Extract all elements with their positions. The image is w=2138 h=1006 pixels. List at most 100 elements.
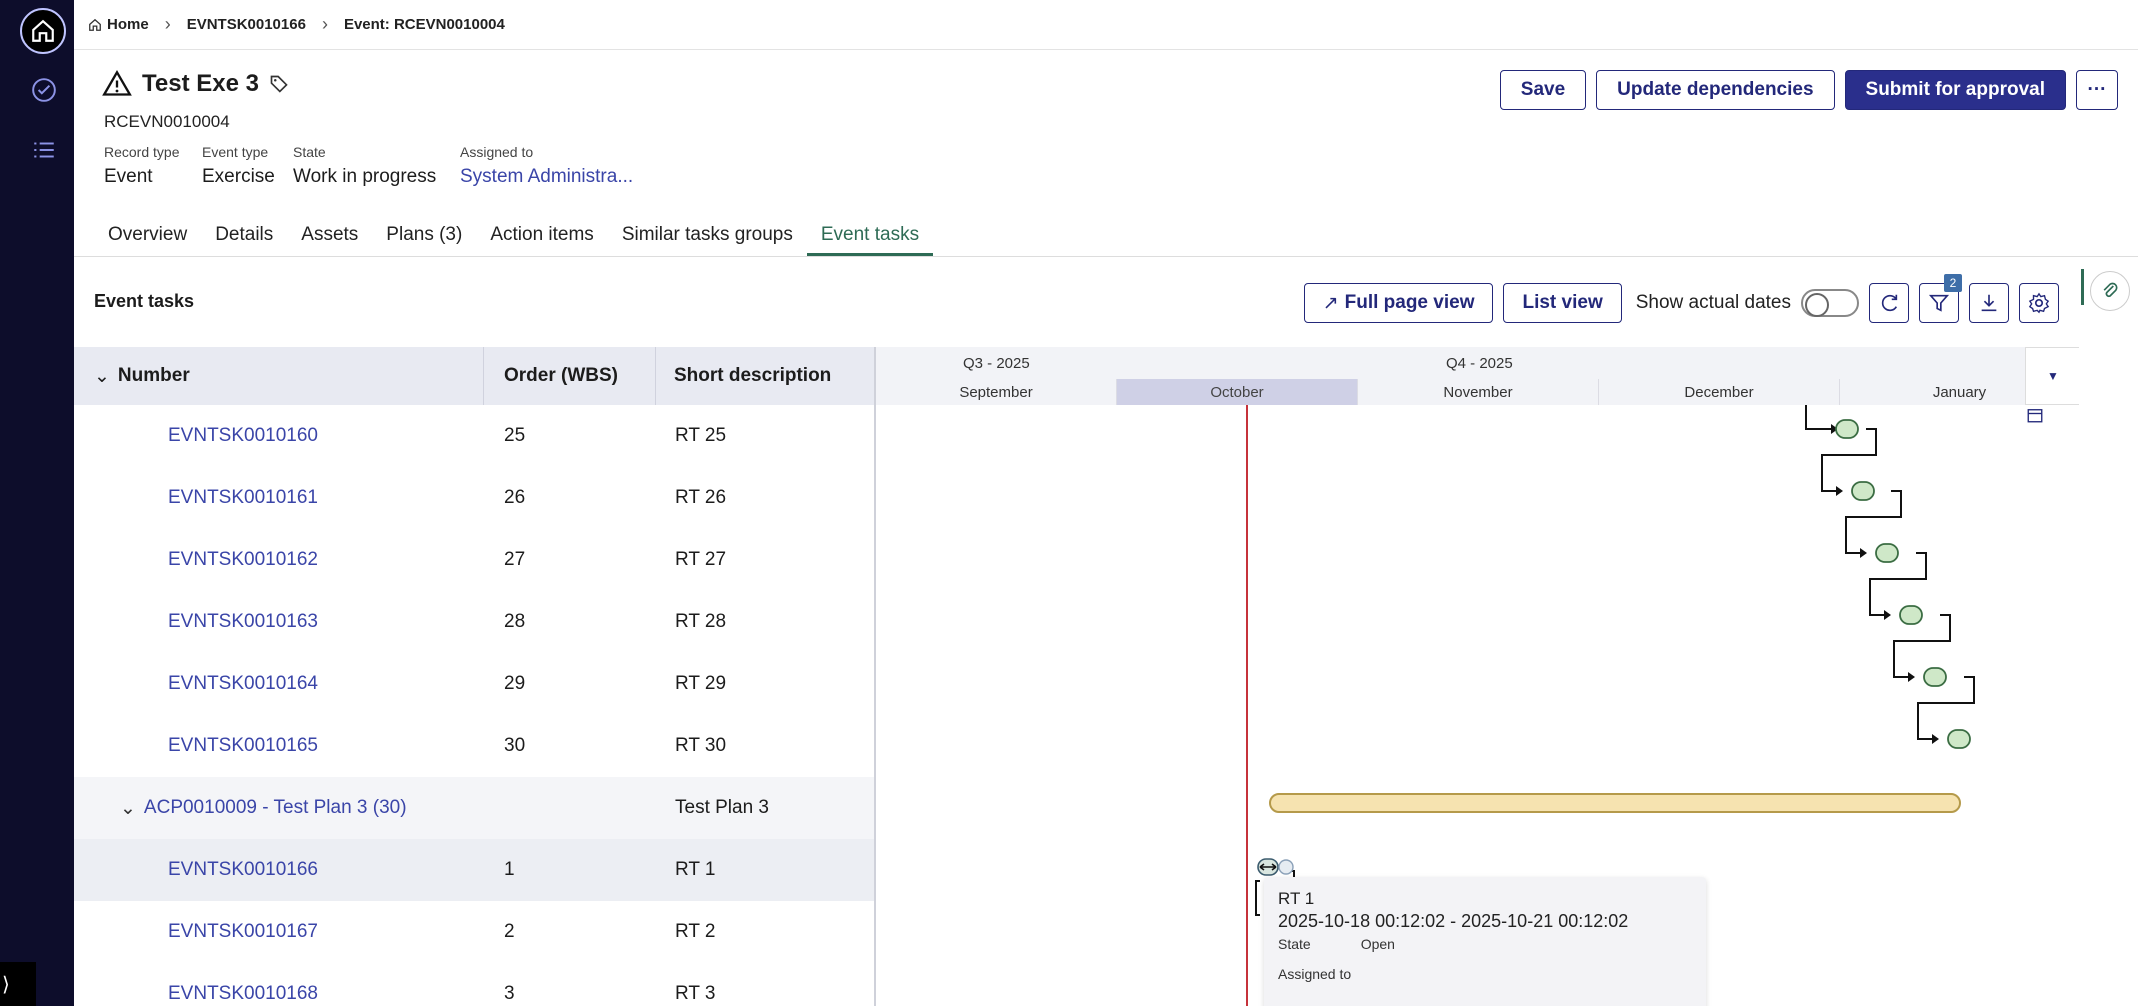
approvals-button[interactable] (30, 76, 58, 104)
task-number-link[interactable]: EVNTSK0010160 (168, 425, 318, 447)
tab-assets[interactable]: Assets (287, 218, 372, 256)
refresh-button[interactable] (1869, 283, 1909, 323)
month-label: September (959, 383, 1033, 401)
quarter-label: Q4 - 2025 (1446, 355, 1513, 372)
settings-button[interactable] (2019, 283, 2059, 323)
task-order: 30 (504, 735, 526, 756)
task-description: RT 30 (675, 735, 727, 756)
breadcrumb-task[interactable]: EVNTSK0010166 (187, 16, 306, 33)
milestone-marker[interactable] (1278, 859, 1294, 875)
tab-details[interactable]: Details (201, 218, 287, 256)
sidebar-accent (2081, 269, 2084, 305)
plan-group-link[interactable]: ⌄ ACP0010009 - Test Plan 3 (30) (120, 797, 407, 820)
milestone-marker[interactable] (1947, 729, 1971, 749)
milestone-marker[interactable] (1851, 481, 1875, 501)
breadcrumb: Home › EVNTSK0010166 › Event: RCEVN00100… (74, 0, 2138, 50)
main-area: Home › EVNTSK0010166 › Event: RCEVN00100… (74, 0, 2138, 1006)
warning-icon (102, 70, 132, 96)
chevron-down-icon[interactable]: ⌄ (94, 365, 110, 388)
task-order: 27 (504, 549, 526, 570)
milestone-marker[interactable] (1923, 667, 1947, 687)
full-page-view-button[interactable]: ↗ Full page view (1303, 283, 1494, 323)
tooltip-dates: 2025-10-18 00:12:02 - 2025-10-21 00:12:0… (1278, 911, 1629, 931)
table-row[interactable]: EVNTSK0010160 25 RT 25 (74, 405, 874, 467)
list-button[interactable] (30, 136, 58, 164)
download-button[interactable] (1969, 283, 2009, 323)
plan-group-row[interactable]: ⌄ ACP0010009 - Test Plan 3 (30) Test Pla… (74, 777, 874, 839)
record-actions: Save Update dependencies Submit for appr… (1499, 70, 2118, 110)
more-actions-button[interactable]: ··· (2076, 70, 2118, 110)
column-order[interactable]: Order (WBS) (484, 347, 656, 405)
page-title: Test Exe 3 (142, 70, 259, 97)
collapse-key[interactable]: ⟩ (0, 962, 36, 1006)
column-number[interactable]: ⌄ Number (74, 347, 484, 405)
tab-event-tasks[interactable]: Event tasks (806, 218, 934, 256)
task-number-link[interactable]: EVNTSK0010166 (168, 859, 318, 881)
attachment-button[interactable] (2090, 271, 2130, 311)
task-number-link[interactable]: EVNTSK0010167 (168, 921, 318, 943)
field-label: State (293, 144, 326, 160)
plan-group-label: ACP0010009 - Test Plan 3 (30) (143, 797, 407, 818)
breadcrumb-home[interactable]: Home (88, 16, 149, 33)
task-number-link[interactable]: EVNTSK0010161 (168, 487, 318, 509)
milestone-marker[interactable] (1899, 605, 1923, 625)
tag-icon[interactable] (269, 74, 289, 94)
table-row[interactable]: EVNTSK0010164 29 RT 29 (74, 653, 874, 715)
milestone-marker[interactable] (1835, 419, 1859, 439)
month-label: November (1357, 379, 1598, 405)
assigned-to-link[interactable]: System Administra... (460, 166, 633, 188)
task-order: 3 (504, 983, 515, 1004)
table-row[interactable]: EVNTSK0010165 30 RT 30 (74, 715, 874, 777)
breadcrumb-event[interactable]: Event: RCEVN0010004 (344, 16, 505, 33)
tooltip-title: RT 1 (1278, 889, 1315, 908)
task-number-link[interactable]: EVNTSK0010162 (168, 549, 318, 571)
home-button[interactable] (20, 8, 66, 54)
submit-for-approval-button[interactable]: Submit for approval (1844, 70, 2066, 110)
table-row[interactable]: EVNTSK0010163 28 RT 28 (74, 591, 874, 653)
home-icon (89, 18, 101, 31)
record-tabs: Overview Details Assets Plans (3) Action… (74, 218, 2138, 256)
filter-icon (1928, 294, 1950, 312)
field-record-type: Record type Event (104, 144, 179, 188)
tab-action-items[interactable]: Action items (476, 218, 607, 256)
task-description: RT 29 (675, 673, 727, 694)
plan-bar[interactable] (1269, 793, 1961, 813)
grid-header: ⌄ Number Order (WBS) Short description (74, 347, 874, 405)
tab-similar-tasks-groups[interactable]: Similar tasks groups (608, 218, 807, 256)
table-row[interactable]: EVNTSK0010166 1 RT 1 (74, 839, 874, 901)
gantt-timeline: Q3 - 2025 Q4 - 2025 September October No… (876, 347, 2079, 423)
task-number-link[interactable]: EVNTSK0010163 (168, 611, 318, 633)
field-value: Exercise (202, 166, 275, 187)
check-circle-icon (32, 78, 56, 102)
task-description: RT 28 (675, 611, 727, 632)
list-view-button[interactable]: List view (1503, 283, 1622, 323)
task-order: 1 (504, 859, 515, 880)
gantt-chart[interactable]: Q3 - 2025 Q4 - 2025 September October No… (874, 347, 2079, 1006)
chevron-right-icon: › (321, 14, 328, 34)
task-number-link[interactable]: EVNTSK0010165 (168, 735, 318, 757)
milestone-marker[interactable] (1875, 543, 1899, 563)
record-number: RCEVN0010004 (104, 112, 230, 131)
tab-plans[interactable]: Plans (3) (372, 218, 476, 256)
event-tasks-panel: Event tasks ↗ Full page view List view S… (74, 256, 2138, 1006)
show-actual-dates-toggle[interactable] (1801, 289, 1859, 317)
task-order: 28 (504, 611, 526, 632)
table-row[interactable]: EVNTSK0010167 2 RT 2 (74, 901, 874, 963)
app-rail: ⟩ (0, 0, 74, 1006)
field-value: Event (104, 166, 153, 187)
table-row[interactable]: EVNTSK0010162 27 RT 27 (74, 529, 874, 591)
chevron-down-icon[interactable]: ⌄ (120, 797, 136, 820)
column-short-description[interactable]: Short description (656, 347, 874, 405)
table-row[interactable]: EVNTSK0010168 3 RT 3 (74, 963, 874, 1006)
arrow-up-right-icon: ↗ (1322, 292, 1339, 314)
tab-overview[interactable]: Overview (94, 218, 201, 256)
table-row[interactable]: EVNTSK0010161 26 RT 26 (74, 467, 874, 529)
save-button[interactable]: Save (1499, 70, 1587, 110)
list-icon (34, 142, 54, 158)
task-description: RT 1 (675, 859, 716, 880)
task-number-link[interactable]: EVNTSK0010168 (168, 983, 318, 1005)
filter-button[interactable]: 2 (1919, 274, 1962, 323)
update-dependencies-button[interactable]: Update dependencies (1596, 70, 1835, 110)
timescale-button[interactable]: ▼ (2025, 347, 2079, 423)
task-number-link[interactable]: EVNTSK0010164 (168, 673, 318, 695)
